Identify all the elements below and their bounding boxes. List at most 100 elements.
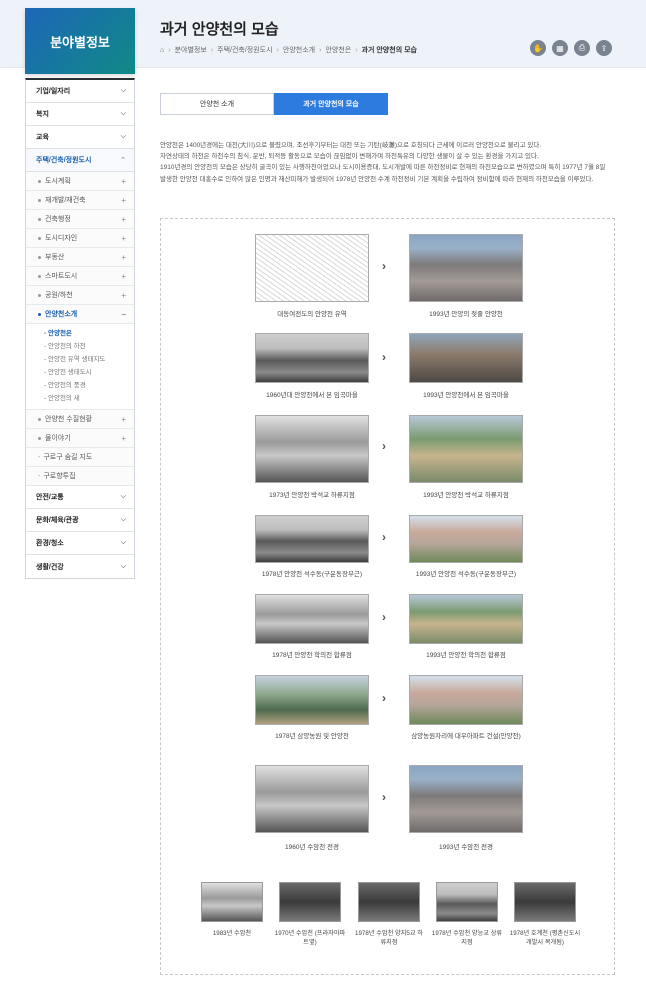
- hand-icon[interactable]: ✋: [530, 40, 546, 56]
- plus-icon: +: [121, 214, 126, 224]
- plus-icon: +: [121, 195, 126, 205]
- subsub-list: - 안양천은 - 안양천의 하천 - 안양천 유역 생태지도 - 안양천 생태도…: [26, 324, 134, 410]
- photo-gallery: › 대동여전도의 안양천 유역 1993년 안양의 젖줄 안양천 › 1960년…: [160, 218, 615, 975]
- chevron-down-icon: ⌵: [120, 562, 126, 570]
- chevron-right-icon: ›: [382, 691, 386, 705]
- plus-icon: +: [121, 271, 126, 281]
- subsub-label: 안양천은: [47, 330, 72, 337]
- breadcrumb-item[interactable]: 주택/건축/정원도시: [217, 45, 272, 55]
- bullet-icon: [38, 313, 41, 316]
- photo-caption: 1993년 안양의 젖줄 안양천: [429, 311, 503, 318]
- photo-after: [409, 765, 523, 833]
- photo-caption: 1993년 수암천 전경: [439, 844, 493, 851]
- nav-item-culture[interactable]: 문화/체육/관광 ⌵: [26, 509, 134, 532]
- intro-paragraph: 1910년경의 안양천의 모습은 상당히 굴곡이 있는 사행하천이었으나 도시이…: [160, 164, 606, 183]
- nav-item-environment[interactable]: 환경/청소 ⌵: [26, 532, 134, 555]
- photo-caption: 1978년 안양천 학의천 합류점: [272, 652, 352, 659]
- thumbnail-caption: 1978년 수암천 양지5교 하류지점: [355, 930, 423, 946]
- breadcrumb-item[interactable]: 안양천은: [325, 45, 351, 55]
- nav-item-safety[interactable]: 안전/교통 ⌵: [26, 486, 134, 509]
- subnav-item[interactable]: 부동산 +: [26, 248, 134, 267]
- qr-icon[interactable]: ▦: [552, 40, 568, 56]
- plus-icon: +: [121, 176, 126, 186]
- minus-icon: −: [121, 309, 126, 319]
- photo-caption: 1993년 안양천 학의천 합류점: [426, 652, 506, 659]
- tab-intro[interactable]: 안양천 소개: [160, 93, 274, 115]
- chevron-down-icon: ⌵: [120, 493, 126, 500]
- nav-item-welfare[interactable]: 복지 ⌵: [26, 103, 134, 126]
- subnav-item-active[interactable]: 안양천소개 −: [26, 305, 134, 324]
- subnav-item[interactable]: 물이야기 +: [26, 429, 134, 448]
- subnav-label: 안양천 수질현황: [45, 416, 93, 423]
- thumbnail-photo: [279, 882, 341, 922]
- nav-label: 안전/교통: [36, 494, 64, 501]
- print-icon[interactable]: ⎙: [574, 40, 590, 56]
- chevron-right-icon: ›: [382, 530, 386, 544]
- nav-label: 생활/건강: [36, 563, 64, 571]
- chevron-down-icon: ⌵: [120, 516, 126, 523]
- dash-icon: -: [38, 453, 41, 461]
- thumbnail-caption: 1970년 수암천 (프라자아파트옆): [274, 930, 346, 946]
- nav-label: 환경/청소: [36, 540, 64, 547]
- nav-item-life[interactable]: 생활/건강 ⌵: [26, 555, 134, 578]
- subnav-label: 스마트도시: [45, 273, 78, 280]
- chevron-right-icon: ›: [210, 46, 214, 54]
- subnav-item[interactable]: 안양천 수질현황 +: [26, 410, 134, 429]
- photo-before: [255, 765, 369, 833]
- chevron-down-icon: ⌵: [120, 539, 126, 546]
- chevron-right-icon: ›: [319, 46, 322, 54]
- subnav-item[interactable]: 스마트도시 +: [26, 267, 134, 286]
- nav-item-housing[interactable]: 주택/건축/정원도시 ⌃: [26, 149, 134, 172]
- thumbnail-caption: 1978년 수암천 양능교 상류지점: [431, 930, 503, 946]
- breadcrumb-item[interactable]: 안양천소개: [283, 45, 315, 55]
- intro-paragraph: 자연상태의 하천은 하천수의 침식, 운반, 퇴적등 활동으로 모습이 끊임없이…: [160, 153, 539, 161]
- subnav-item[interactable]: 도시계획 +: [26, 172, 134, 191]
- subnav-label: 건축행정: [45, 216, 71, 223]
- bullet-icon: [38, 437, 41, 440]
- subnav-item[interactable]: 재개발/재건축 +: [26, 191, 134, 210]
- photo-before: [255, 594, 369, 644]
- nav-label: 복지: [36, 111, 49, 118]
- side-navigation: 기업/일자리 ⌵ 복지 ⌵ 교육 ⌵ 주택/건축/정원도시 ⌃ 도시계획 + 재개발/재건…: [25, 78, 135, 579]
- thumbnail-photo: [436, 882, 498, 922]
- home-icon[interactable]: ⌂: [160, 47, 164, 54]
- photo-before: [255, 675, 369, 725]
- thumbnail-caption: 1978년 호계천 (평촌신도시개발시 복개됨): [509, 930, 581, 946]
- subnav-label: 공원/하천: [45, 292, 73, 299]
- nav-label: 교육: [36, 134, 49, 141]
- photo-caption: 1978년 삼양농원 및 안양천: [275, 733, 349, 740]
- subnav-item[interactable]: 도시디자인 +: [26, 229, 134, 248]
- chevron-right-icon: ›: [382, 790, 386, 804]
- plus-icon: +: [121, 252, 126, 262]
- subnav-item[interactable]: 공원/하천 +: [26, 286, 134, 305]
- breadcrumb-item[interactable]: 분야별정보: [175, 45, 207, 55]
- nav-item-jobs[interactable]: 기업/일자리 ⌵: [26, 80, 134, 103]
- subsub-item-active[interactable]: - 안양천은: [44, 327, 134, 340]
- thumbnail-photo: [358, 882, 420, 922]
- nav-item-education[interactable]: 교육 ⌵: [26, 126, 134, 149]
- photo-before: [255, 515, 369, 563]
- share-icon[interactable]: ⇪: [596, 40, 612, 56]
- page-title: 과거 안양천의 모습: [160, 21, 279, 38]
- subsub-item[interactable]: - 안양천 생태도시: [44, 366, 134, 379]
- subsub-item[interactable]: - 안양천의 새: [44, 392, 134, 405]
- subnav-link[interactable]: - 구로구 숨길 지도: [26, 448, 134, 467]
- photo-caption: 1993년 안양천 박석교 하류지점: [423, 492, 509, 499]
- subnav-item[interactable]: 건축행정 +: [26, 210, 134, 229]
- subsub-item[interactable]: - 안양천의 풍경: [44, 379, 134, 392]
- photo-caption: 삼양농원자리에 대우아파트 건설(안양천): [411, 733, 521, 740]
- tab-past[interactable]: 과거 안양천의 모습: [274, 93, 388, 115]
- chevron-right-icon: ›: [276, 46, 279, 54]
- subnav-link[interactable]: - 구로향투집: [26, 467, 134, 486]
- chevron-right-icon: ›: [382, 439, 386, 453]
- section-title: 분야별정보: [25, 8, 135, 74]
- thumbnail-caption: 1983년 수암천: [212, 930, 252, 937]
- subsub-item[interactable]: - 안양천의 하천: [44, 340, 134, 353]
- page-tools: ✋ ▦ ⎙ ⇪: [530, 40, 612, 56]
- photo-before: [255, 333, 369, 383]
- subsub-label: 안양천의 하천: [47, 343, 86, 350]
- photo-caption: 1973년 안양천 박석교 하류지점: [269, 492, 355, 499]
- intro-text: 안양천은 1400년경에는 대천(大川)으로 불렸으며, 조선후기부터는 대천 …: [160, 140, 612, 185]
- subsub-item[interactable]: - 안양천 유역 생태지도: [44, 353, 134, 366]
- dash-icon: -: [38, 472, 41, 480]
